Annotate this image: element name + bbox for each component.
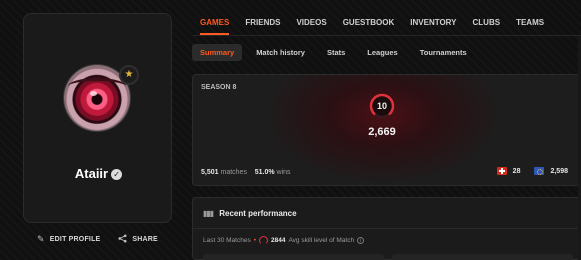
matches-count: 5,501 [201, 169, 219, 176]
sub-nav: Summary Match history Stats Leagues Tour… [192, 43, 481, 61]
ranking: 28 2,598 [496, 167, 568, 175]
subtab-leagues[interactable]: Leagues [359, 44, 405, 61]
share-label: SHARE [132, 235, 158, 243]
tab-videos[interactable]: VIDEOS [296, 13, 326, 35]
avatar-wrap: ★ [64, 65, 139, 131]
tab-guestbook[interactable]: GUESTBOOK [343, 13, 395, 35]
region-rank[interactable]: 2,598 [550, 168, 568, 175]
subtab-summary[interactable]: Summary [192, 43, 243, 61]
winrate-value: 51.0% [254, 169, 275, 176]
subtab-match-history[interactable]: Match history [248, 44, 313, 61]
winrate-label: wins [276, 169, 291, 176]
recent-divider [193, 228, 581, 229]
recent-performance-card: ▮▮▮ Recent performance Last 30 Matches •… [192, 197, 581, 260]
edit-profile-button[interactable]: ✎ EDIT PROFILE [37, 234, 100, 245]
profile-actions: ✎ EDIT PROFILE SHARE [23, 229, 172, 249]
recent-panel [203, 254, 384, 260]
switzerland-flag-icon [496, 167, 507, 175]
level-badge: ★ [119, 65, 139, 85]
info-icon[interactable]: i [357, 237, 365, 244]
bar-chart-icon: ▮▮▮ [203, 209, 214, 218]
dot-separator-icon: • [253, 237, 256, 244]
player-name: Ataiir ✓ [24, 166, 173, 181]
recent-performance-header: ▮▮▮ Recent performance [203, 209, 297, 218]
tab-clubs[interactable]: CLUBS [473, 13, 501, 35]
tab-friends[interactable]: FRIENDS [245, 13, 280, 35]
subtab-tournaments[interactable]: Tournaments [412, 44, 475, 61]
skill-gauge-icon [258, 236, 268, 245]
profile-card: ★ Ataiir ✓ [23, 13, 172, 223]
skill-level-value: 10 [376, 101, 387, 111]
recent-panels [203, 254, 573, 260]
tab-teams[interactable]: TEAMS [516, 13, 544, 35]
season-stats: 5,501 matches 51.0% wins [201, 169, 291, 176]
europe-flag-icon [534, 167, 545, 175]
recent-period: Last 30 Matches [203, 237, 251, 244]
season-card: SEASON 8 10 2,669 5,501 matches 51.0% wi… [192, 74, 581, 186]
nav-divider [193, 35, 581, 36]
share-icon [118, 233, 127, 245]
verified-icon: ✓ [111, 169, 123, 180]
tab-games[interactable]: GAMES [200, 13, 230, 35]
star-icon: ★ [124, 69, 134, 80]
share-button[interactable]: SHARE [118, 233, 158, 245]
share-icon-svg [118, 233, 127, 243]
subtab-stats[interactable]: Stats [319, 44, 353, 61]
season-title: SEASON 8 [201, 84, 237, 91]
recent-panel [392, 254, 573, 260]
tab-inventory[interactable]: INVENTORY [410, 13, 456, 35]
elo-value: 2,669 [368, 126, 396, 138]
top-nav: GAMES FRIENDS VIDEOS GUESTBOOK INVENTORY… [200, 13, 560, 35]
matches-label: matches [220, 169, 247, 176]
avg-skill-value: 2844 [270, 237, 286, 244]
avg-skill-label: Avg skill level of Match [288, 237, 355, 244]
pencil-icon: ✎ [37, 233, 45, 244]
country-rank[interactable]: 28 [513, 168, 521, 175]
recent-summary: Last 30 Matches • 2844 Avg skill level o… [203, 236, 365, 245]
recent-performance-title: Recent performance [219, 209, 297, 218]
edit-profile-label: EDIT PROFILE [49, 235, 101, 243]
player-name-text: Ataiir [74, 166, 109, 181]
